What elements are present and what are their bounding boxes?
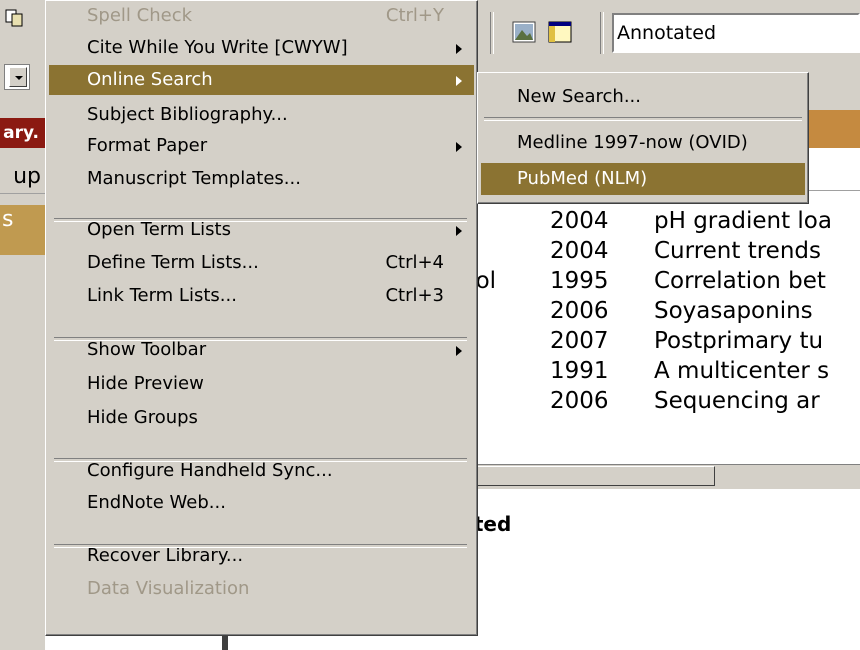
menu-item-shortcut: Ctrl+Y: [385, 5, 444, 26]
menu-separator: [54, 337, 467, 341]
menu-item-label: Open Term Lists: [87, 219, 231, 240]
reference-year: 2006: [550, 388, 609, 414]
reference-title: Correlation bet: [654, 268, 826, 294]
menu-item-label: Recover Library...: [87, 545, 244, 566]
submenu-arrow-icon: [456, 226, 462, 236]
submenu-item-pubmed-nlm[interactable]: PubMed (NLM): [481, 163, 805, 195]
menu-item-hide-preview[interactable]: Hide Preview: [49, 369, 474, 399]
menu-item-spell-check[interactable]: Spell Check Ctrl+Y: [49, 1, 474, 31]
reference-title: Sequencing ar: [654, 388, 820, 414]
menu-item-cite-while-you-write-cwyw[interactable]: Cite While You Write [CWYW]: [49, 33, 474, 63]
menu-item-subject-bibliography[interactable]: Subject Bibliography...: [49, 100, 474, 130]
menu-item-shortcut: Ctrl+3: [385, 285, 444, 306]
menu-separator: [54, 458, 467, 462]
table-row[interactable]: 2007 Postprimary tu: [462, 328, 860, 358]
window-icon[interactable]: [548, 20, 572, 44]
reference-title: Postprimary tu: [654, 328, 824, 354]
menu-item-label: Subject Bibliography...: [87, 104, 288, 125]
toolbar-separator: [490, 12, 494, 54]
table-row[interactable]: 2004 pH gradient loa: [462, 208, 860, 238]
menu-item-label: Spell Check: [87, 5, 193, 26]
menu-separator: [54, 544, 467, 548]
table-row[interactable]: 2006 Sequencing ar: [462, 388, 860, 418]
reference-title: Soyasaponins: [654, 298, 813, 324]
menu-item-endnote-web[interactable]: EndNote Web...: [49, 488, 474, 518]
menu-item-shortcut: Ctrl+4: [385, 252, 444, 273]
submenu-separator: [484, 117, 802, 121]
table-row[interactable]: 2004 Current trends: [462, 238, 860, 268]
scrollbar-thumb[interactable]: [475, 466, 715, 486]
submenu-item-new-search[interactable]: New Search...: [481, 81, 805, 113]
menu-item-label: Configure Handheld Sync...: [87, 460, 333, 481]
reference-year: 1991: [550, 358, 609, 384]
menu-item-label: Format Paper: [87, 135, 208, 156]
menu-item-manuscript-templates[interactable]: Manuscript Templates...: [49, 164, 474, 194]
menu-item-hide-groups[interactable]: Hide Groups: [49, 403, 474, 433]
menu-item-label: Manuscript Templates...: [87, 168, 301, 189]
dropdown-arrow-icon[interactable]: [9, 67, 27, 87]
reference-year: 2004: [550, 208, 609, 234]
menu-item-label: Online Search: [87, 69, 213, 90]
table-row[interactable]: 1991 A multicenter s: [462, 358, 860, 388]
menu-item-label: EndNote Web...: [87, 492, 226, 513]
menu-item-label: Hide Groups: [87, 407, 198, 428]
copy-icon[interactable]: [4, 8, 26, 28]
library-title-fragment: ary.: [0, 118, 45, 148]
menu-item-online-search[interactable]: Online Search: [49, 65, 474, 95]
menu-item-label: Link Term Lists...: [87, 285, 237, 306]
menu-separator: [54, 218, 467, 222]
submenu-arrow-icon: [456, 76, 462, 86]
table-row[interactable]: yol 1995 Correlation bet: [462, 268, 860, 298]
menu-item-label: Cite While You Write [CWYW]: [87, 37, 348, 58]
splitter-bar[interactable]: [222, 636, 228, 650]
table-row[interactable]: 2006 Soyasaponins: [462, 298, 860, 328]
menu-item-data-visualization[interactable]: Data Visualization: [49, 574, 474, 604]
menu-item-label: Show Toolbar: [87, 339, 207, 360]
reference-title: A multicenter s: [654, 358, 830, 384]
group-label-fragment[interactable]: up: [0, 160, 45, 194]
menu-item-link-term-lists[interactable]: Link Term Lists... Ctrl+3: [49, 281, 474, 311]
group-item-fragment[interactable]: s: [0, 205, 45, 255]
reference-year: 2004: [550, 238, 609, 264]
reference-title: Current trends: [654, 238, 821, 264]
output-style-select[interactable]: Annotated: [612, 13, 860, 53]
reference-year: 2007: [550, 328, 609, 354]
left-panel-strip: [0, 0, 45, 650]
tools-menu: Spell Check Ctrl+Y Cite While You Write [C…: [45, 0, 478, 636]
menu-item-define-term-lists[interactable]: Define Term Lists... Ctrl+4: [49, 248, 474, 278]
submenu-item-label: PubMed (NLM): [517, 168, 648, 189]
library-dropdown[interactable]: [4, 64, 30, 90]
submenu-item-label: Medline 1997-now (OVID): [517, 132, 748, 153]
image-icon[interactable]: [512, 20, 536, 44]
menu-item-label: Data Visualization: [87, 578, 250, 599]
menu-item-label: Define Term Lists...: [87, 252, 259, 273]
reference-title: pH gradient loa: [654, 208, 832, 234]
reference-year: 2006: [550, 298, 609, 324]
submenu-item-medline-1997-now-ovid[interactable]: Medline 1997-now (OVID): [481, 127, 805, 159]
reference-list: 2004 pH gradient loa 2004 Current trends yol…: [462, 208, 860, 418]
submenu-item-label: New Search...: [517, 86, 641, 107]
online-search-submenu: New Search... Medline 1997-now (OVID) PubM…: [477, 72, 809, 204]
menu-item-label: Hide Preview: [87, 373, 204, 394]
submenu-arrow-icon: [456, 346, 462, 356]
toolbar-separator: [600, 12, 604, 54]
reference-year: 1995: [550, 268, 609, 294]
submenu-arrow-icon: [456, 142, 462, 152]
submenu-arrow-icon: [456, 44, 462, 54]
menu-item-format-paper[interactable]: Format Paper: [49, 131, 474, 161]
